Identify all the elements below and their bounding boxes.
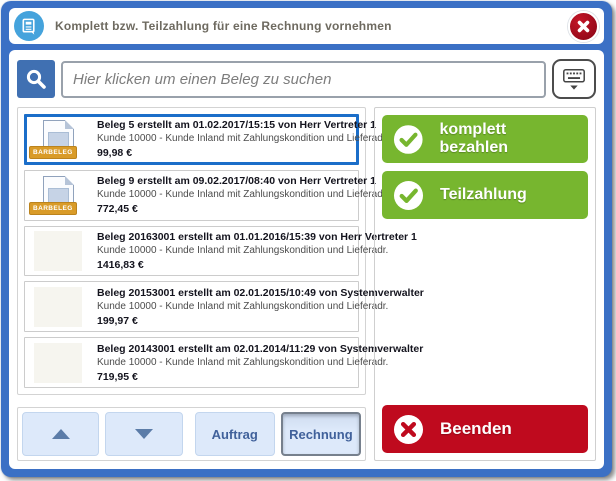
action-panel: komplett bezahlen Teilzahlung Beende bbox=[374, 107, 596, 461]
item-title: Beleg 20153001 erstellt am 02.01.2015/10… bbox=[97, 287, 352, 299]
check-circle-icon bbox=[393, 180, 424, 211]
item-text: Beleg 20143001 erstellt am 02.01.2014/11… bbox=[97, 343, 352, 383]
auftrag-button-label: Auftrag bbox=[212, 427, 258, 442]
item-subtitle: Kunde 10000 - Kunde Inland mit Zahlungsk… bbox=[97, 301, 352, 312]
search-row bbox=[17, 58, 596, 100]
arrow-up-icon bbox=[52, 429, 70, 439]
scroll-up-button[interactable] bbox=[22, 412, 99, 456]
blank-document-icon bbox=[34, 231, 82, 271]
left-column: BARBELEG Beleg 5 erstellt am 01.02.2017/… bbox=[17, 107, 366, 461]
close-button[interactable] bbox=[568, 11, 599, 42]
partial-payment-button[interactable]: Teilzahlung bbox=[382, 171, 588, 219]
list-item[interactable]: BARBELEG Beleg 9 erstellt am 09.02.2017/… bbox=[24, 170, 359, 221]
list-item[interactable]: Beleg 20163001 erstellt am 01.01.2016/15… bbox=[24, 226, 359, 277]
window-title: Komplett bzw. Teilzahlung für eine Rechn… bbox=[55, 19, 392, 33]
pay-full-button[interactable]: komplett bezahlen bbox=[382, 115, 588, 163]
item-subtitle: Kunde 10000 - Kunde Inland mit Zahlungsk… bbox=[97, 245, 352, 256]
document-icon-cell: BARBELEG bbox=[31, 176, 85, 215]
barbeleg-badge: BARBELEG bbox=[29, 146, 77, 159]
list-item[interactable]: Beleg 20153001 erstellt am 02.01.2015/10… bbox=[24, 281, 359, 332]
search-icon-box bbox=[17, 60, 55, 98]
blank-document-icon bbox=[34, 343, 82, 383]
scroll-down-button[interactable] bbox=[105, 412, 182, 456]
item-subtitle: Kunde 10000 - Kunde Inland mit Zahlungsk… bbox=[97, 133, 352, 144]
keyboard-icon bbox=[561, 66, 587, 92]
check-circle-icon bbox=[393, 124, 424, 155]
search-icon bbox=[24, 67, 48, 91]
search-input[interactable] bbox=[61, 61, 546, 98]
rechnung-button[interactable]: Rechnung bbox=[281, 412, 361, 456]
blank-document-icon bbox=[34, 287, 82, 327]
item-text: Beleg 5 erstellt am 01.02.2017/15:15 von… bbox=[97, 119, 352, 159]
item-title: Beleg 9 erstellt am 09.02.2017/08:40 von… bbox=[97, 175, 352, 187]
item-text: Beleg 9 erstellt am 09.02.2017/08:40 von… bbox=[97, 175, 352, 215]
rechnung-button-label: Rechnung bbox=[289, 427, 353, 442]
item-title: Beleg 20143001 erstellt am 02.01.2014/11… bbox=[97, 343, 352, 355]
item-amount: 1416,83 € bbox=[97, 259, 352, 271]
document-icon-cell bbox=[31, 343, 85, 383]
item-amount: 199,97 € bbox=[97, 315, 352, 327]
barbeleg-badge: BARBELEG bbox=[29, 202, 77, 215]
item-amount: 99,98 € bbox=[97, 147, 352, 159]
x-circle-icon bbox=[393, 414, 424, 445]
list-item[interactable]: Beleg 20143001 erstellt am 02.01.2014/11… bbox=[24, 337, 359, 388]
item-subtitle: Kunde 10000 - Kunde Inland mit Zahlungsk… bbox=[97, 357, 352, 368]
arrow-down-icon bbox=[135, 429, 153, 439]
document-icon-cell: BARBELEG bbox=[31, 120, 85, 159]
item-title: Beleg 5 erstellt am 01.02.2017/15:15 von… bbox=[97, 119, 352, 131]
list-nav-bar: Auftrag Rechnung bbox=[17, 407, 366, 461]
item-title: Beleg 20163001 erstellt am 01.01.2016/15… bbox=[97, 231, 352, 243]
document-icon-cell bbox=[31, 287, 85, 327]
content-panel: BARBELEG Beleg 5 erstellt am 01.02.2017/… bbox=[9, 50, 604, 469]
list-item[interactable]: BARBELEG Beleg 5 erstellt am 01.02.2017/… bbox=[24, 114, 359, 165]
auftrag-button[interactable]: Auftrag bbox=[195, 412, 275, 456]
document-icon-cell bbox=[31, 231, 85, 271]
cash-register-icon bbox=[14, 11, 44, 41]
item-amount: 719,95 € bbox=[97, 371, 352, 383]
quit-button[interactable]: Beenden bbox=[382, 405, 588, 453]
close-icon bbox=[574, 17, 593, 36]
panel-spacer bbox=[382, 227, 588, 397]
partial-payment-button-label: Teilzahlung bbox=[440, 186, 527, 204]
item-amount: 772,45 € bbox=[97, 203, 352, 215]
item-text: Beleg 20153001 erstellt am 02.01.2015/10… bbox=[97, 287, 352, 327]
title-bar: Komplett bzw. Teilzahlung für eine Rechn… bbox=[9, 8, 604, 44]
document-list: BARBELEG Beleg 5 erstellt am 01.02.2017/… bbox=[17, 107, 366, 395]
keyboard-button[interactable] bbox=[552, 59, 596, 99]
payment-dialog-window: Komplett bzw. Teilzahlung für eine Rechn… bbox=[1, 1, 612, 477]
item-subtitle: Kunde 10000 - Kunde Inland mit Zahlungsk… bbox=[97, 189, 352, 200]
pay-full-button-label: komplett bezahlen bbox=[440, 121, 577, 157]
main-area: BARBELEG Beleg 5 erstellt am 01.02.2017/… bbox=[17, 107, 596, 461]
quit-button-label: Beenden bbox=[440, 419, 512, 439]
item-text: Beleg 20163001 erstellt am 01.01.2016/15… bbox=[97, 231, 352, 271]
